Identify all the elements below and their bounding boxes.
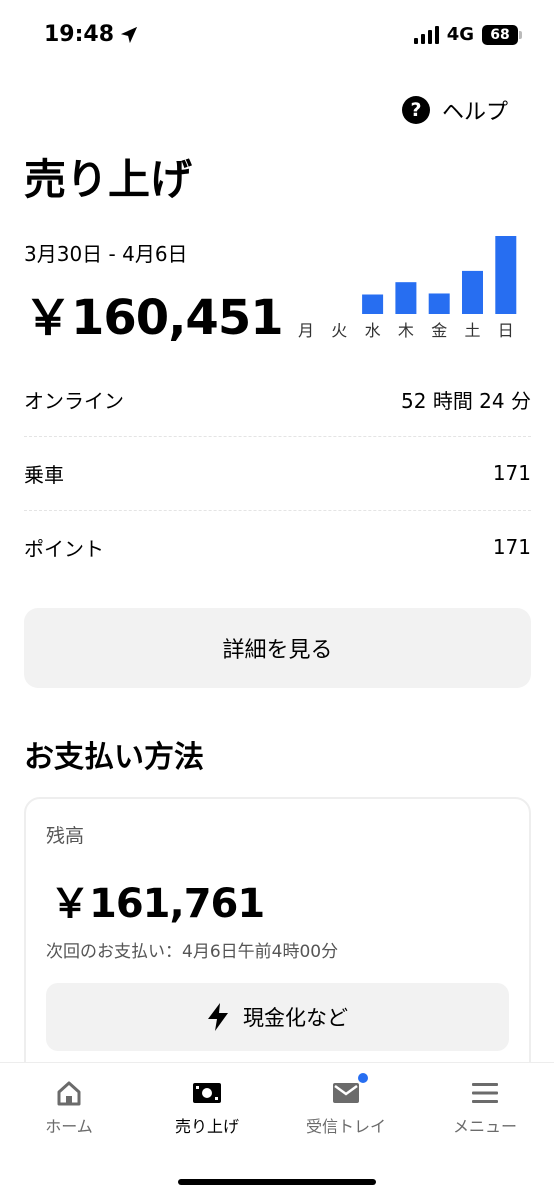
chart-bar-4 [428,293,450,314]
help-button[interactable]: ? ヘルプ [401,94,508,126]
chart-bar-6 [495,236,517,314]
signal-icon [413,25,439,44]
inbox-icon [332,1073,368,1107]
stat-value: 171 [492,535,531,559]
see-details-button[interactable]: 詳細を見る [24,608,531,688]
stat-label: 乗車 [24,462,64,487]
earnings-total: ￥160,451 [24,290,284,346]
chart-day-label: 火 [331,321,347,340]
location-arrow-icon [120,26,138,43]
stat-row-rides: 乗車 171 [24,436,531,510]
question-circle-icon: ? [401,96,430,124]
status-bar: 19:48 4G 68 [0,0,554,72]
stat-label: ポイント [24,536,104,561]
tab-label: 受信トレイ [305,1117,386,1136]
chart-bar-5 [462,270,483,314]
home-indicator [178,1179,376,1185]
menu-icon [471,1079,499,1107]
tab-inbox[interactable]: 受信トレイ [277,1073,415,1137]
weekly-earnings-chart[interactable]: 月火水木金土日 [294,228,522,344]
balance-amount: ￥161,761 [50,881,265,927]
earnings-icon [192,1079,222,1107]
tab-label: メニュー [452,1117,517,1136]
chart-day-label: 金 [431,321,447,340]
stat-row-online: オンライン 52 時間 24 分 [24,362,531,436]
network-type: 4G [446,24,474,45]
chart-day-label: 水 [365,321,381,340]
stat-label: オンライン [24,388,124,413]
balance-card[interactable]: 残高 ￥161,761 次回のお支払い：4月6日午前4時00分 現金化など [24,797,531,1087]
cash-out-button[interactable]: 現金化など [46,983,509,1051]
status-time: 19:48 [44,22,138,47]
battery-level: 68 [490,26,510,43]
tab-earnings[interactable]: 売り上げ [138,1079,276,1137]
date-range[interactable]: 3月30日 - 4月6日 [24,238,188,267]
chart-day-label: 月 [298,321,314,340]
chart-bar-2 [362,294,384,314]
tab-label: 売り上げ [174,1117,239,1136]
stat-value: 52 時間 24 分 [401,388,531,413]
chart-day-label: 木 [398,321,414,340]
battery-icon: 68 [482,24,522,45]
stat-value: 171 [492,461,531,485]
next-payment-info: 次回のお支払い：4月6日午前4時00分 [46,942,339,962]
tab-label: ホーム [45,1117,93,1136]
help-label: ヘルプ [441,100,508,125]
lightning-icon [208,1003,228,1031]
balance-label: 残高 [46,825,85,847]
status-indicators: 4G 68 [413,24,522,45]
unread-badge [358,1073,368,1083]
payment-section-title: お支払い方法 [24,740,204,775]
chart-bar-3 [395,282,417,314]
cash-out-label: 現金化など [243,1006,348,1030]
tab-menu[interactable]: メニュー [416,1079,554,1137]
tab-home[interactable]: ホーム [0,1079,138,1137]
stat-row-points: ポイント 171 [24,510,531,584]
chart-day-label: 土 [464,321,480,340]
clock: 19:48 [44,22,115,47]
page-title: 売り上げ [24,155,193,204]
chart-day-label: 日 [498,321,514,340]
home-icon [55,1079,83,1107]
